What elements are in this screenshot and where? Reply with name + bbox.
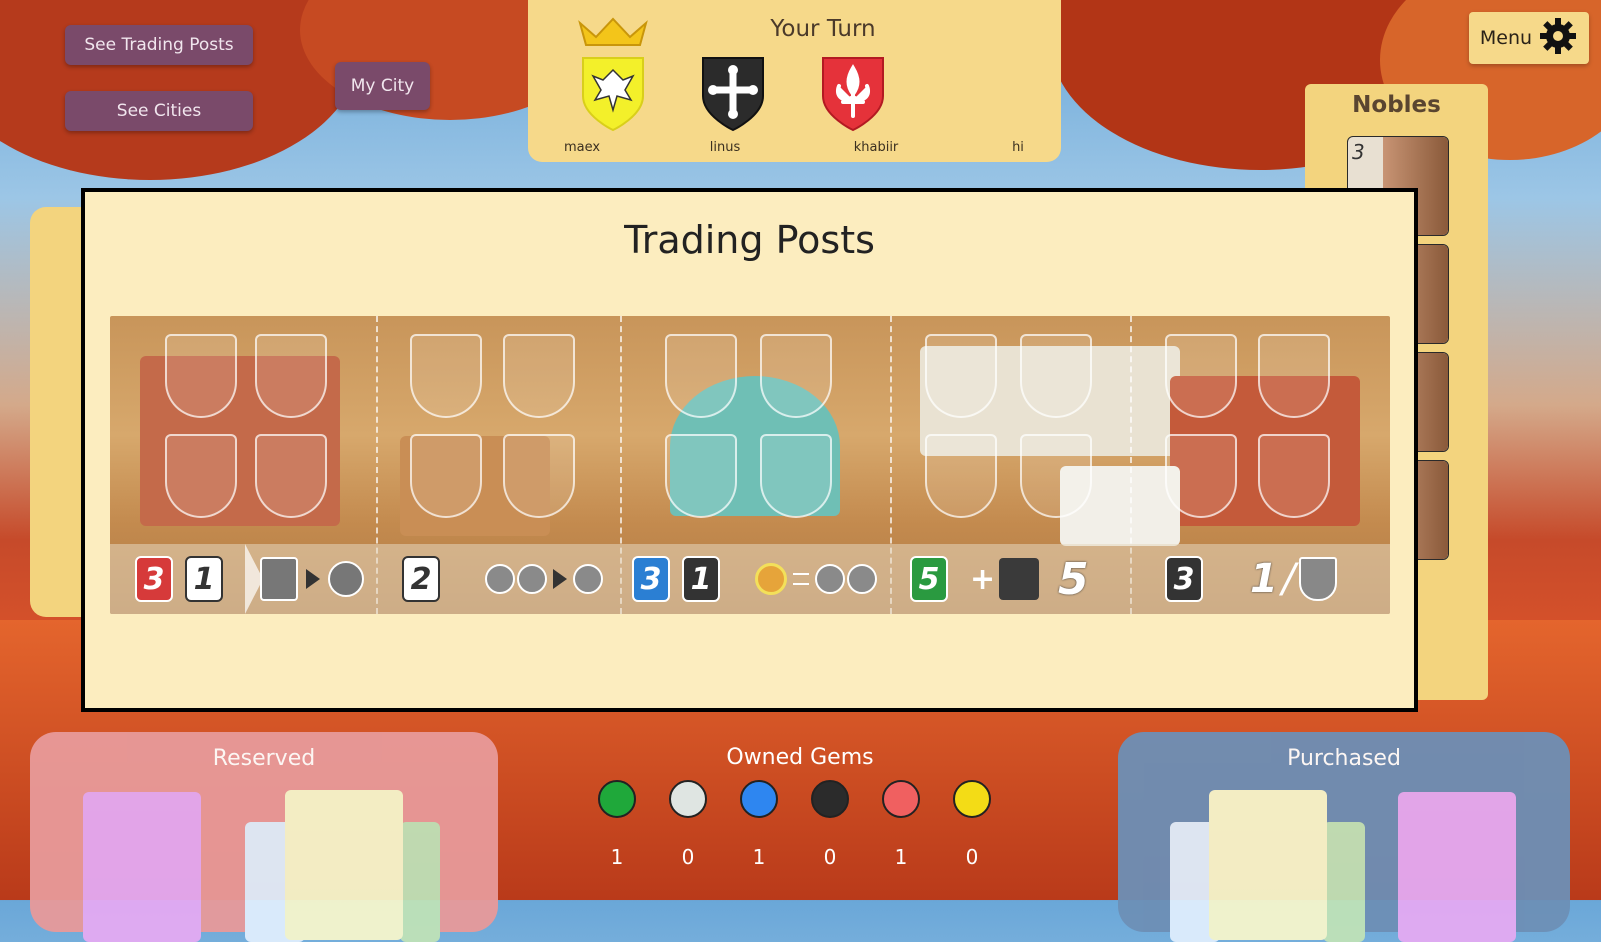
trading-posts-board: 3 1 2 3 1 5 + 5 3 1 / xyxy=(110,316,1390,614)
see-cities-button[interactable]: See Cities xyxy=(65,91,253,131)
ruby-gem-count: 1 xyxy=(894,845,908,869)
sapphire-gem-icon[interactable] xyxy=(740,780,778,818)
menu-label: Menu xyxy=(1479,27,1533,49)
player-slot-cross-icon[interactable] xyxy=(255,334,327,418)
reserved-panel: Reserved xyxy=(30,732,498,942)
arrow-right-icon xyxy=(306,569,320,589)
player-slot-eagle-icon[interactable] xyxy=(665,334,737,418)
gem-token-icon xyxy=(328,561,364,597)
purchased-card[interactable] xyxy=(1398,792,1516,942)
player-slot-lion-icon[interactable] xyxy=(503,434,575,518)
sapphire-gem-count: 1 xyxy=(752,845,766,869)
player-shield-fleur-de-lis-icon[interactable] xyxy=(821,56,885,136)
gold-token-icon xyxy=(755,563,787,595)
arrow-right-icon xyxy=(553,569,567,589)
not-equal-icon xyxy=(573,564,603,594)
noble-silhouette-icon xyxy=(999,558,1040,600)
player-shield-eagle-icon[interactable] xyxy=(581,56,645,136)
blue-card-requirement: 3 xyxy=(632,556,670,602)
diamond-gem-count: 0 xyxy=(681,845,695,869)
player-slot-eagle-icon[interactable] xyxy=(1165,334,1237,418)
trading-posts-modal: Trading Posts 3 1 2 3 1 5 + 5 3 1 / xyxy=(81,188,1418,712)
player-name: maex xyxy=(563,140,601,155)
reserved-card[interactable] xyxy=(400,822,440,942)
modal-title: Trading Posts xyxy=(624,218,875,262)
onyx-gem-count: 0 xyxy=(823,845,837,869)
gem-token-icon xyxy=(517,564,547,594)
black-card-requirement: 1 xyxy=(682,556,720,602)
requirement-tokens: 2 xyxy=(402,550,440,608)
reward-icons: + xyxy=(970,550,1040,608)
turn-status-title: Your Turn xyxy=(770,16,876,42)
reserved-card[interactable] xyxy=(83,792,201,942)
green-card-requirement: 5 xyxy=(910,556,948,602)
player-name: linus xyxy=(709,140,741,155)
owned-gems-title: Owned Gems xyxy=(726,745,874,770)
purchased-title: Purchased xyxy=(1287,746,1401,771)
purchased-panel: Purchased xyxy=(1118,732,1570,942)
player-name: hi xyxy=(1012,140,1024,155)
diamond-gem-icon[interactable] xyxy=(669,780,707,818)
reward-icons xyxy=(485,550,603,608)
noble-points: 3 xyxy=(1352,140,1365,164)
gold-gem-icon[interactable] xyxy=(953,780,991,818)
emerald-gem-icon[interactable] xyxy=(598,780,636,818)
reward-icons: 1 / xyxy=(1250,550,1338,608)
gear-icon xyxy=(1538,16,1578,61)
requirement-tokens: 3 1 xyxy=(632,550,720,608)
slash-icon: / xyxy=(1281,556,1296,602)
player-slot-fleur-de-lis-icon[interactable] xyxy=(665,434,737,518)
turn-panel: Your Turn maex linus khabiir hi xyxy=(528,0,1061,162)
crown-icon xyxy=(578,15,648,51)
gold-gem-count: 0 xyxy=(965,845,979,869)
player-shield-cross-icon[interactable] xyxy=(701,56,765,136)
player-slot-lion-icon[interactable] xyxy=(1258,434,1330,518)
reserved-title: Reserved xyxy=(212,746,316,771)
shield-icon xyxy=(1299,557,1338,601)
purchased-card[interactable] xyxy=(1209,790,1327,940)
player-name: khabiir xyxy=(853,140,899,155)
plus-icon: + xyxy=(970,561,996,597)
gem-token-icon xyxy=(847,564,877,594)
purchased-card[interactable] xyxy=(1323,822,1365,942)
ruby-gem-icon[interactable] xyxy=(882,780,920,818)
reward-icons xyxy=(755,550,877,608)
emerald-gem-count: 1 xyxy=(610,845,624,869)
card-icon xyxy=(260,557,298,601)
black-card-requirement: 3 xyxy=(1165,556,1203,602)
my-city-button[interactable]: My City xyxy=(335,62,430,110)
player-slot-cross-icon[interactable] xyxy=(1020,334,1092,418)
player-slot-fleur-de-lis-icon[interactable] xyxy=(1165,434,1237,518)
prestige-points-value: 5 xyxy=(1058,553,1089,605)
player-slot-cross-icon[interactable] xyxy=(503,334,575,418)
reward-icons xyxy=(260,550,364,608)
gem-token-icon xyxy=(485,564,515,594)
per-shield-points: 1 xyxy=(1250,556,1278,602)
player-slot-eagle-icon[interactable] xyxy=(165,334,237,418)
onyx-gem-icon[interactable] xyxy=(811,780,849,818)
player-slot-lion-icon[interactable] xyxy=(760,434,832,518)
player-slot-eagle-icon[interactable] xyxy=(925,334,997,418)
player-slot-lion-icon[interactable] xyxy=(255,434,327,518)
white-card-requirement: 1 xyxy=(185,556,223,602)
requirement-tokens: 3 1 xyxy=(135,550,223,608)
player-slot-fleur-de-lis-icon[interactable] xyxy=(165,434,237,518)
white-card-requirement: 2 xyxy=(402,556,440,602)
player-slot-fleur-de-lis-icon[interactable] xyxy=(410,434,482,518)
player-slot-lion-icon[interactable] xyxy=(1020,434,1092,518)
menu-button[interactable]: Menu xyxy=(1469,12,1589,64)
player-slot-eagle-icon[interactable] xyxy=(410,334,482,418)
requirement-tokens: 3 xyxy=(1165,550,1203,608)
gem-token-icon xyxy=(815,564,845,594)
reserved-card[interactable] xyxy=(285,790,403,940)
equals-icon xyxy=(793,573,809,585)
see-trading-posts-button[interactable]: See Trading Posts xyxy=(65,25,253,65)
player-slot-cross-icon[interactable] xyxy=(760,334,832,418)
red-card-requirement: 3 xyxy=(135,556,173,602)
nobles-title: Nobles xyxy=(1352,92,1441,118)
prestige-points: 5 xyxy=(1058,550,1089,608)
player-slot-cross-icon[interactable] xyxy=(1258,334,1330,418)
player-slot-fleur-de-lis-icon[interactable] xyxy=(925,434,997,518)
requirement-tokens: 5 xyxy=(910,550,948,608)
